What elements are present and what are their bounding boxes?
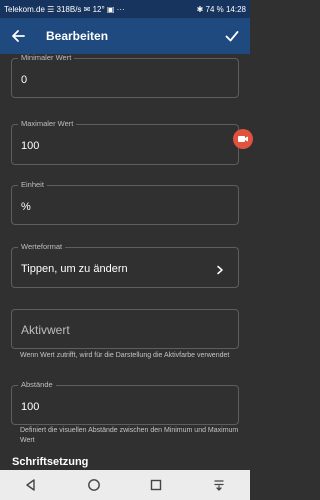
back-button[interactable] bbox=[0, 18, 36, 54]
video-record-icon[interactable] bbox=[233, 129, 253, 149]
nav-home-icon bbox=[87, 479, 100, 491]
spacing-helper: Definiert die visuellen Abstände zwische… bbox=[20, 427, 239, 444]
nav-menu-icon bbox=[214, 480, 224, 491]
back-arrow-icon bbox=[12, 30, 25, 42]
unit-label: Einheit bbox=[18, 180, 47, 189]
min-value-label: Minimaler Wert bbox=[18, 54, 75, 62]
nav-recents-icon bbox=[151, 479, 162, 491]
system-nav-bar bbox=[0, 470, 250, 500]
unit-field[interactable]: Einheit % bbox=[11, 180, 239, 225]
status-left: Telekom.de ☰ 318B/s ✉ 12° ▣ ··· bbox=[4, 4, 125, 14]
value-format-field[interactable]: Werteformat Tippen, um zu ändern bbox=[11, 242, 239, 288]
spacing-input[interactable]: 100 bbox=[21, 401, 39, 413]
nav-back-button[interactable] bbox=[19, 473, 43, 497]
max-value-input[interactable]: 100 bbox=[21, 140, 39, 152]
form-content: Minimaler Wert 0 Maximaler Wert 100 Einh… bbox=[0, 54, 250, 470]
nav-home-button[interactable] bbox=[82, 473, 106, 497]
min-value-field[interactable]: Minimaler Wert 0 bbox=[11, 54, 239, 98]
nav-back-icon bbox=[26, 479, 35, 491]
chevron-right-icon bbox=[216, 262, 224, 280]
status-right: ✱ 74 % 14:28 bbox=[196, 4, 246, 14]
save-button[interactable] bbox=[214, 18, 250, 54]
app-bar: Bearbeiten bbox=[0, 18, 250, 54]
nav-menu-button[interactable] bbox=[207, 473, 231, 497]
max-value-field[interactable]: Maximaler Wert 100 bbox=[11, 119, 239, 165]
nav-recents-button[interactable] bbox=[144, 473, 168, 497]
active-value-field[interactable]: Aktivwert bbox=[11, 309, 239, 349]
min-value-input[interactable]: 0 bbox=[21, 74, 27, 86]
value-format-label: Werteformat bbox=[18, 242, 66, 251]
value-format-value[interactable]: Tippen, um zu ändern bbox=[21, 263, 128, 275]
page-title: Bearbeiten bbox=[46, 29, 109, 43]
check-icon bbox=[225, 31, 239, 42]
status-bar: Telekom.de ☰ 318B/s ✉ 12° ▣ ··· ✱ 74 % 1… bbox=[0, 0, 250, 18]
unit-input[interactable]: % bbox=[21, 201, 31, 213]
active-value-helper: Wenn Wert zutrifft, wird für die Darstel… bbox=[20, 352, 230, 359]
spacing-label: Abstände bbox=[18, 380, 56, 389]
max-value-label: Maximaler Wert bbox=[18, 119, 77, 128]
spacing-field[interactable]: Abstände 100 bbox=[11, 380, 239, 425]
active-value-placeholder[interactable]: Aktivwert bbox=[21, 323, 70, 337]
section-typography-title: Schriftsetzung bbox=[12, 456, 89, 468]
